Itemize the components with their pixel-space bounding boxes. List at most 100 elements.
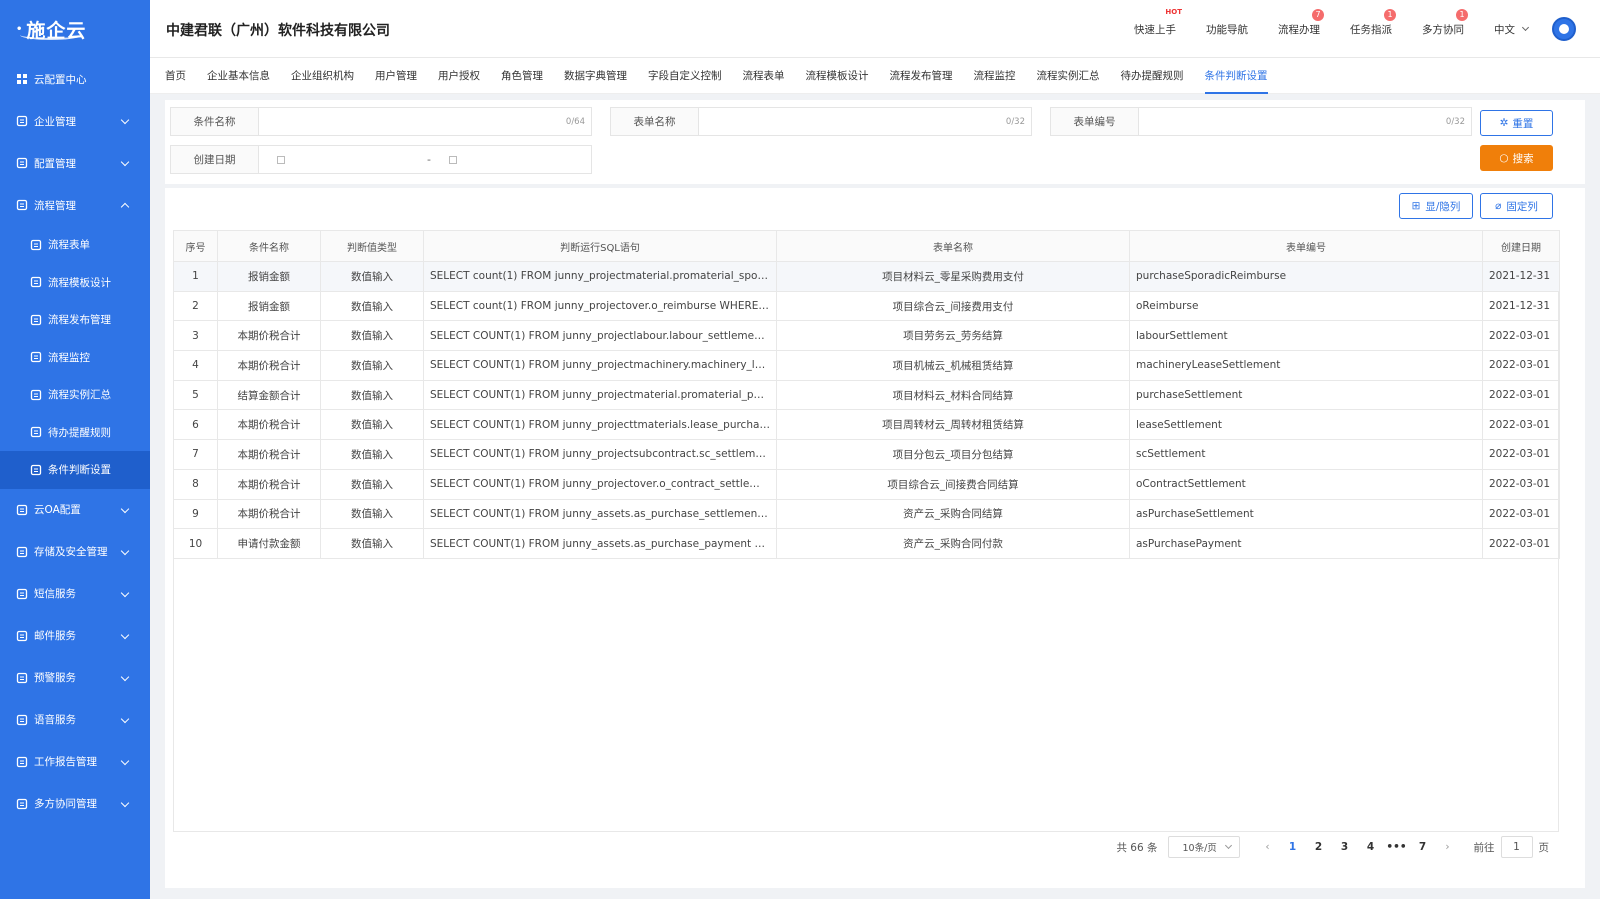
- tab-10[interactable]: 流程发布管理: [890, 58, 953, 94]
- sidebar-item-10[interactable]: 条件判断设置: [0, 451, 150, 489]
- page-number[interactable]: 7: [1410, 841, 1436, 853]
- table-cell: 资产云_采购合同付款: [776, 528, 1130, 559]
- chevron-down-icon: [120, 756, 130, 765]
- form-code-count: 0/32: [1445, 116, 1465, 127]
- table-row[interactable]: 10 申请付款金额 数值输入 SELECT COUNT(1) FROM junny_a…: [173, 528, 1560, 559]
- table-row[interactable]: 1 报销金额 数值输入 SELECT count(1) FROM junny_proj…: [173, 261, 1560, 292]
- table-cell: oContractSettlement: [1129, 468, 1483, 500]
- tab-0[interactable]: 首页: [165, 58, 186, 94]
- created-date-range[interactable]: 创建日期 -: [170, 145, 592, 174]
- sidebar-item-14[interactable]: 邮件服务: [0, 615, 150, 657]
- tab-2[interactable]: 企业组织机构: [291, 58, 354, 94]
- content-panel: ⊞ 显/隐列 ⌀ 固定列 序号 条件名称 判断值类型 判断运行SQL语句 表单名称 表单编号创…: [165, 188, 1585, 888]
- column-header[interactable]: 判断运行SQL语句: [423, 230, 777, 262]
- tab-14[interactable]: 条件判断设置: [1204, 58, 1268, 94]
- sidebar-item-15[interactable]: 预警服务: [0, 657, 150, 699]
- tab-11[interactable]: 流程监控: [974, 58, 1016, 94]
- tab-5[interactable]: 角色管理: [501, 58, 543, 94]
- tab-6[interactable]: 数据字典管理: [564, 58, 627, 94]
- table-row[interactable]: 2 报销金额 数值输入 SELECT count(1) FROM junny_proj…: [173, 290, 1560, 322]
- page-number[interactable]: 4: [1358, 841, 1384, 853]
- language-select[interactable]: 中文: [1494, 22, 1530, 37]
- top-header: 中建君联（广州）软件科技有限公司 快速上手 HOT 功能导航 流程办理 7 任务指派 1 多方…: [150, 0, 1600, 58]
- sidebar-item-13[interactable]: 短信服务: [0, 573, 150, 615]
- next-page-icon[interactable]: ›: [1436, 841, 1460, 853]
- page-number[interactable]: 3: [1332, 841, 1358, 853]
- reset-button[interactable]: ✲ 重置: [1480, 110, 1553, 136]
- sidebar-item-12[interactable]: 存储及安全管理: [0, 531, 150, 573]
- sidebar-item-5[interactable]: 流程模板设计: [0, 264, 150, 302]
- column-header[interactable]: 创建日期: [1482, 230, 1560, 262]
- tab-4[interactable]: 用户授权: [438, 58, 480, 94]
- search-button[interactable]: ○ 搜索: [1480, 145, 1553, 171]
- header-link-4[interactable]: 多方协同 1: [1422, 8, 1468, 37]
- header-link-1[interactable]: 功能导航: [1206, 22, 1248, 37]
- table-row[interactable]: 9 本期价税合计 数值输入 SELECT COUNT(1) FROM junny_as…: [173, 498, 1560, 530]
- sidebar-item-1[interactable]: 企业管理: [0, 100, 150, 142]
- table-row[interactable]: 3 本期价税合计 数值输入 SELECT COUNT(1) FROM junny_pr…: [173, 320, 1560, 352]
- table-row[interactable]: 6 本期价税合计 数值输入 SELECT COUNT(1) FROM junny_pr…: [173, 409, 1560, 441]
- sidebar-item-4[interactable]: 流程表单: [0, 226, 150, 264]
- sidebar-item-6[interactable]: 流程发布管理: [0, 301, 150, 339]
- cube-icon: [30, 276, 42, 288]
- prev-page-icon[interactable]: ‹: [1256, 841, 1280, 853]
- page-number[interactable]: •••: [1384, 841, 1410, 853]
- table-cell: 数值输入: [320, 379, 424, 411]
- voice-icon: [16, 714, 28, 726]
- fixed-columns-button[interactable]: ⌀ 固定列: [1480, 193, 1553, 219]
- tab-bar: 首页 企业基本信息 企业组织机构 用户管理 用户授权 角色管理 数据字典管理 字段自定义控制流…: [150, 58, 1600, 94]
- sidebar-item-9[interactable]: 待办提醒规则: [0, 414, 150, 452]
- table-cell: 9: [173, 498, 218, 530]
- sidebar-item-11[interactable]: 云OA配置: [0, 489, 150, 531]
- table-row[interactable]: 5 结算金额合计 数值输入 SELECT COUNT(1) FROM junny_pr…: [173, 379, 1560, 411]
- column-header[interactable]: 判断值类型: [320, 230, 424, 262]
- form-code-field[interactable]: 表单编号 0/32: [1050, 107, 1472, 136]
- table-row[interactable]: 8 本期价税合计 数值输入 SELECT COUNT(1) FROM junny_pr…: [173, 468, 1560, 500]
- page-number[interactable]: 2: [1306, 841, 1332, 853]
- chevron-down-icon: [120, 630, 130, 639]
- table-row[interactable]: 7 本期价税合计 数值输入 SELECT COUNT(1) FROM junny_pr…: [173, 439, 1560, 470]
- building-icon: [16, 115, 28, 127]
- sidebar-item-2[interactable]: 配置管理: [0, 142, 150, 184]
- avatar[interactable]: [1552, 17, 1576, 41]
- form-name-field[interactable]: 表单名称 0/32: [610, 107, 1032, 136]
- column-header[interactable]: 条件名称: [217, 230, 321, 262]
- sidebar-item-17[interactable]: 工作报告管理: [0, 741, 150, 783]
- tab-1[interactable]: 企业基本信息: [207, 58, 270, 94]
- sidebar-item-label: 企业管理: [34, 115, 76, 128]
- goto-input[interactable]: 1: [1500, 836, 1533, 858]
- table-cell: SELECT COUNT(1) FROM junny_projectlabour…: [423, 320, 777, 352]
- sidebar-item-label: 云配置中心: [34, 73, 87, 86]
- table-header-row: 序号 条件名称 判断值类型 判断运行SQL语句 表单名称 表单编号 创建日期: [173, 230, 1560, 262]
- sidebar-item-16[interactable]: 语音服务: [0, 699, 150, 741]
- tab-7[interactable]: 字段自定义控制: [648, 58, 722, 94]
- header-link-2[interactable]: 流程办理 7: [1278, 8, 1324, 37]
- table-cell: 2021-12-31: [1482, 290, 1560, 322]
- column-header[interactable]: 序号: [173, 230, 218, 262]
- header-link-3[interactable]: 任务指派 1: [1350, 8, 1396, 37]
- sidebar-item-3[interactable]: 流程管理: [0, 184, 150, 226]
- brand-logo[interactable]: • 施企云: [0, 0, 150, 58]
- table-row[interactable]: 4 本期价税合计 数值输入 SELECT COUNT(1) FROM junny_pr…: [173, 350, 1560, 381]
- tab-13[interactable]: 待办提醒规则: [1121, 58, 1184, 94]
- page-size-select[interactable]: 10条/页: [1167, 836, 1240, 858]
- sidebar: • 施企云 云配置中心企业管理配置管理 流程管理 流程表单 流程模板设计 流程发布管理流…: [0, 0, 150, 899]
- condition-name-field[interactable]: 条件名称 0/64: [170, 107, 592, 136]
- table-cell: SELECT COUNT(1) FROM junny_projecttmater…: [423, 409, 777, 441]
- header-link-0[interactable]: 快速上手 HOT: [1134, 8, 1182, 37]
- sidebar-item-7[interactable]: 流程监控: [0, 339, 150, 377]
- calendar-end-icon: [449, 155, 457, 164]
- toggle-columns-button[interactable]: ⊞ 显/隐列: [1399, 193, 1473, 219]
- tab-12[interactable]: 流程实例汇总: [1037, 58, 1100, 94]
- column-header[interactable]: 表单编号: [1129, 230, 1483, 262]
- column-header[interactable]: 表单名称: [776, 230, 1130, 262]
- page-number[interactable]: 1: [1280, 841, 1306, 853]
- tab-9[interactable]: 流程模板设计: [806, 58, 869, 94]
- sidebar-item-0[interactable]: 云配置中心: [0, 58, 150, 100]
- tab-3[interactable]: 用户管理: [375, 58, 417, 94]
- tab-8[interactable]: 流程表单: [743, 58, 785, 94]
- table-cell: scSettlement: [1129, 439, 1483, 470]
- table-cell: 报销金额: [217, 290, 321, 322]
- sidebar-item-18[interactable]: 多方协同管理: [0, 783, 150, 825]
- sidebar-item-8[interactable]: 流程实例汇总: [0, 376, 150, 414]
